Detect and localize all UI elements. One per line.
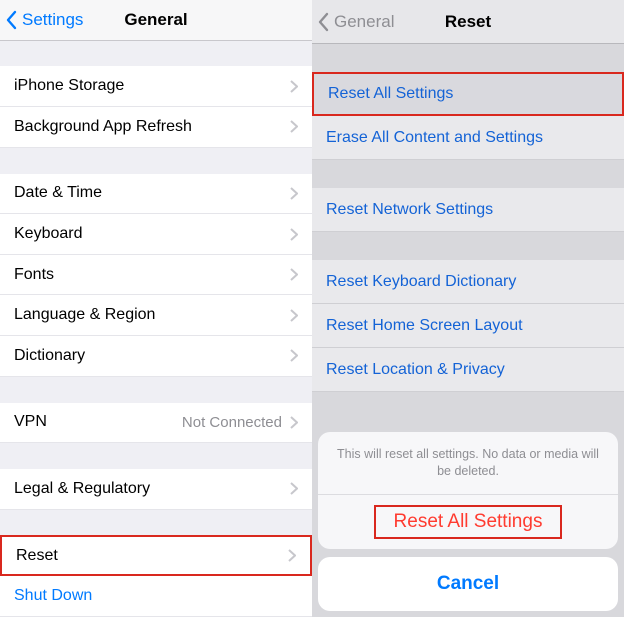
chevron-right-icon [290,349,298,362]
row-label: Language & Region [14,306,290,324]
chevron-right-icon [290,482,298,495]
navbar-general: Settings General [0,0,312,41]
row-reset-all-settings[interactable]: Reset All Settings [312,72,624,116]
row-label: Legal & Regulatory [14,480,290,498]
row-label: Reset [16,547,288,565]
row-label: Reset Keyboard Dictionary [326,273,610,291]
row-date-time[interactable]: Date & Time [0,174,312,215]
row-label: Keyboard [14,225,290,243]
action-sheet-panel: This will reset all settings. No data or… [318,432,618,549]
row-label: Date & Time [14,184,290,202]
cancel-label: Cancel [437,573,499,595]
row-fonts[interactable]: Fonts [0,255,312,296]
chevron-right-icon [290,416,298,429]
chevron-right-icon [290,80,298,93]
row-label: Erase All Content and Settings [326,129,610,147]
chevron-right-icon [290,268,298,281]
back-to-settings[interactable]: Settings [0,10,83,30]
row-iphone-storage[interactable]: iPhone Storage [0,66,312,107]
row-reset-location-privacy[interactable]: Reset Location & Privacy [312,348,624,392]
back-to-general[interactable]: General [312,12,394,32]
row-label: VPN [14,413,182,431]
row-language-region[interactable]: Language & Region [0,295,312,336]
row-keyboard[interactable]: Keyboard [0,214,312,255]
action-sheet-destructive[interactable]: Reset All Settings [318,495,618,549]
chevron-right-icon [290,228,298,241]
action-sheet-cancel[interactable]: Cancel [318,557,618,611]
general-settings-pane: Settings General iPhone Storage Backgrou… [0,0,312,617]
action-sheet-message: This will reset all settings. No data or… [318,432,618,495]
chevron-right-icon [288,549,296,562]
row-erase-all-content[interactable]: Erase All Content and Settings [312,116,624,160]
back-label: General [334,12,394,32]
row-label: Fonts [14,266,290,284]
row-dictionary[interactable]: Dictionary [0,336,312,377]
chevron-right-icon [290,120,298,133]
reset-settings-pane: General Reset Reset All Settings Erase A… [312,0,624,617]
row-legal-regulatory[interactable]: Legal & Regulatory [0,469,312,510]
row-vpn[interactable]: VPN Not Connected [0,403,312,444]
row-background-app-refresh[interactable]: Background App Refresh [0,107,312,148]
row-label: iPhone Storage [14,77,290,95]
row-label: Reset Network Settings [326,201,610,219]
back-label: Settings [22,10,83,30]
row-shut-down[interactable]: Shut Down [0,576,312,617]
navbar-reset: General Reset [312,0,624,44]
row-label: Reset Location & Privacy [326,361,610,379]
chevron-right-icon [290,309,298,322]
action-sheet: This will reset all settings. No data or… [318,432,618,611]
chevron-left-icon [318,12,330,32]
row-label: Shut Down [14,587,298,605]
row-reset-home-screen[interactable]: Reset Home Screen Layout [312,304,624,348]
row-reset[interactable]: Reset [0,535,312,576]
chevron-right-icon [290,187,298,200]
row-value: Not Connected [182,414,282,431]
chevron-left-icon [6,10,18,30]
row-label: Reset All Settings [328,85,608,103]
row-label: Background App Refresh [14,118,290,136]
row-reset-network[interactable]: Reset Network Settings [312,188,624,232]
row-label: Reset Home Screen Layout [326,317,610,335]
row-reset-keyboard-dictionary[interactable]: Reset Keyboard Dictionary [312,260,624,304]
row-label: Dictionary [14,347,290,365]
destructive-label: Reset All Settings [374,505,563,539]
